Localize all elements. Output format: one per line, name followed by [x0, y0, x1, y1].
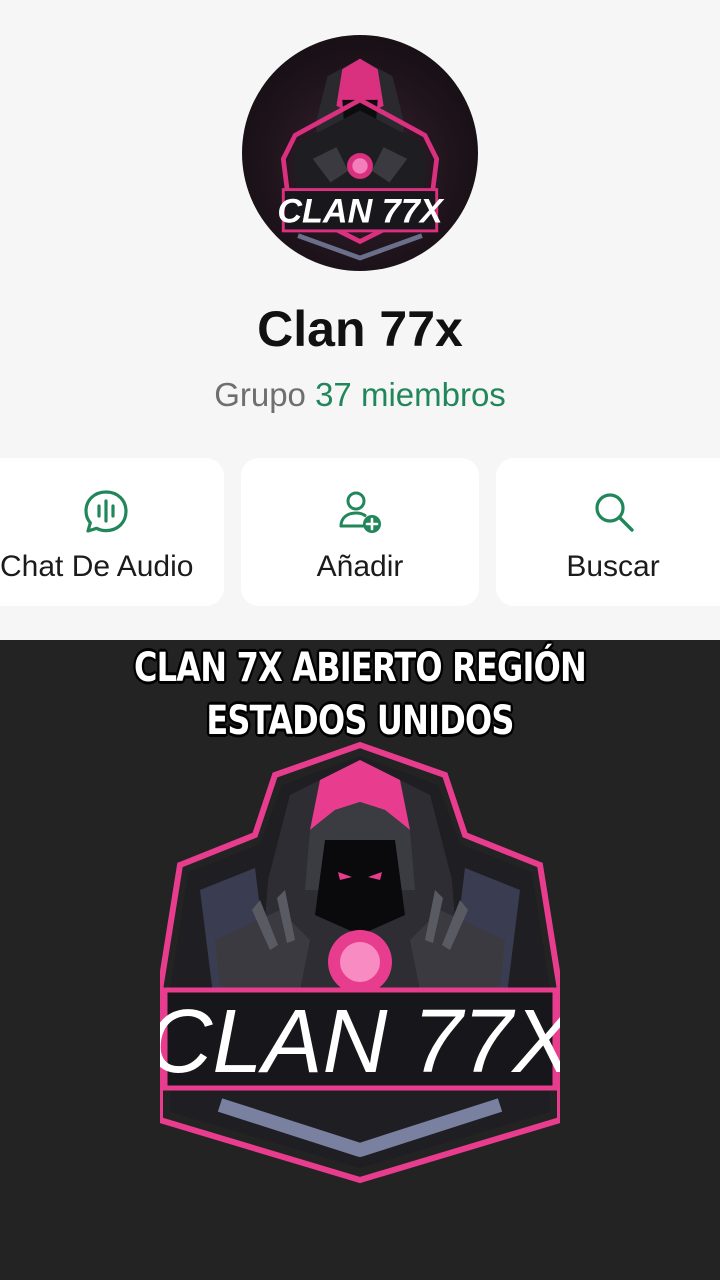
logo-text: CLAN 77X: [160, 992, 560, 1092]
group-members-count[interactable]: 37 miembros: [315, 376, 506, 413]
group-subtitle: Grupo 37 miembros: [0, 376, 720, 414]
audio-chat-button[interactable]: Chat De Audio: [0, 458, 224, 606]
avatar-logo-text: CLAN 77X: [277, 193, 445, 231]
add-person-icon: [339, 491, 381, 533]
search-icon: [595, 493, 634, 532]
group-type-label: Grupo: [214, 376, 306, 413]
group-profile-header: CLAN 77X Clan 77x Grupo 37 miembros Chat…: [0, 0, 720, 640]
promo-image: Clan 7X abierto región Estados Unidos: [0, 640, 720, 1280]
add-member-button[interactable]: Añadir: [241, 458, 479, 606]
search-button[interactable]: Buscar: [496, 458, 720, 606]
group-avatar[interactable]: CLAN 77X: [242, 35, 478, 271]
add-member-label: Añadir: [316, 550, 404, 583]
audio-chat-icon: [84, 490, 128, 533]
group-title: Clan 77x: [257, 301, 463, 357]
clan-logo-avatar-icon: CLAN 77X: [277, 58, 445, 261]
audio-chat-label: Chat De Audio: [0, 550, 194, 583]
caption-line-1: Clan 7X abierto región: [134, 645, 587, 691]
search-label: Buscar: [566, 550, 660, 583]
clan-logo-icon: CLAN 77X: [160, 741, 560, 1184]
caption-line-2: Estados Unidos: [206, 698, 514, 744]
